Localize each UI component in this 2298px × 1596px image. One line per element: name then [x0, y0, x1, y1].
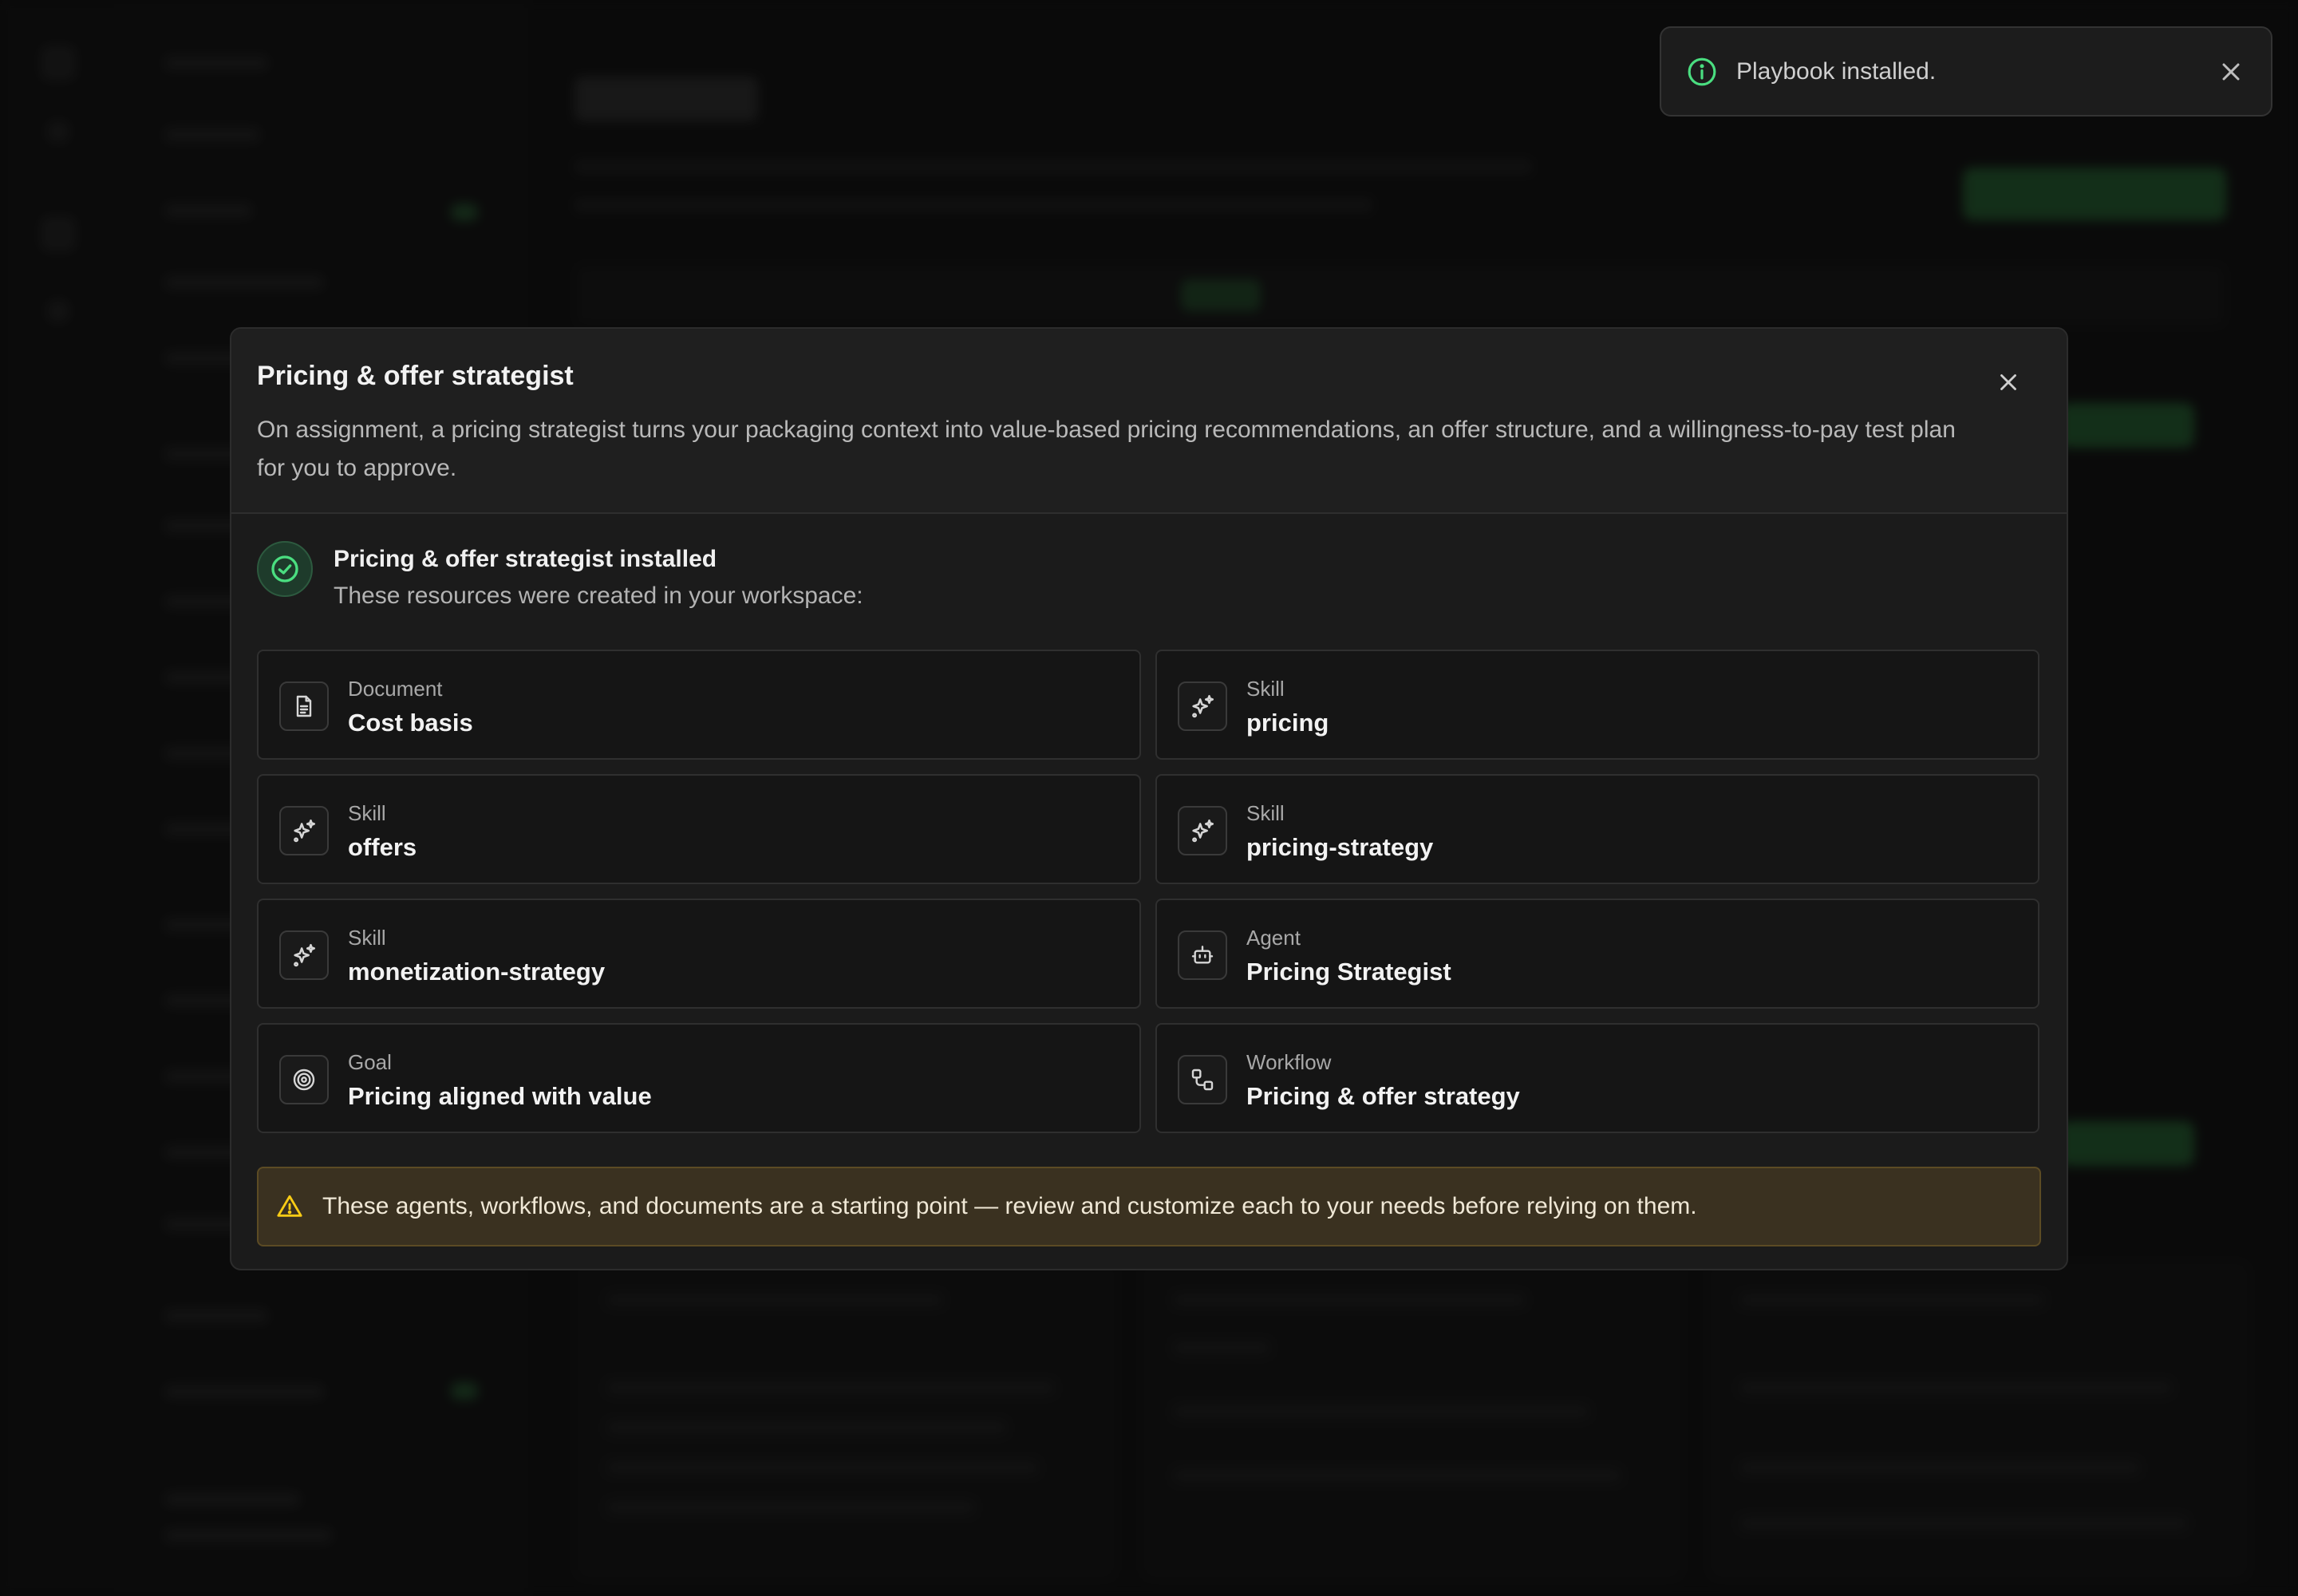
resource-name: pricing-strategy [1246, 833, 1434, 861]
resource-type: Goal [348, 1050, 392, 1074]
resource-card-document-cost-basis[interactable]: Document Cost basis [257, 650, 1141, 760]
dialog-body: Pricing & offer strategist installed The… [231, 514, 2067, 1246]
resource-name: Pricing aligned with value [348, 1082, 652, 1110]
warning-text: These agents, workflows, and documents a… [322, 1193, 1697, 1219]
resource-name: Pricing Strategist [1246, 958, 1451, 986]
sparkles-icon [1178, 681, 1227, 731]
info-icon [1688, 57, 1716, 85]
resource-type: Skill [348, 801, 386, 825]
resource-name: Cost basis [348, 709, 473, 737]
close-icon[interactable] [2217, 57, 2245, 86]
dialog-description: On assignment, a pricing strategist turn… [257, 417, 1956, 481]
resource-type: Skill [1246, 677, 1285, 701]
check-circle-icon [257, 541, 313, 597]
resource-name: offers [348, 833, 417, 861]
installed-title: Pricing & offer strategist installed [334, 546, 717, 572]
workflow-icon [1178, 1055, 1227, 1104]
target-icon [279, 1055, 329, 1104]
warning-callout: These agents, workflows, and documents a… [257, 1167, 2041, 1246]
resource-type: Document [348, 677, 443, 701]
resource-card-skill-pricing-strategy[interactable]: Skill pricing-strategy [1155, 774, 2039, 884]
close-icon[interactable] [1995, 369, 2022, 396]
resource-card-skill-offers[interactable]: Skill offers [257, 774, 1141, 884]
sparkles-icon [1178, 806, 1227, 855]
toast-notification: Playbook installed. [1660, 26, 2272, 117]
document-icon [279, 681, 329, 731]
resource-name: Pricing & offer strategy [1246, 1082, 1520, 1110]
robot-icon [1178, 930, 1227, 980]
installed-summary: Pricing & offer strategist installed The… [257, 514, 2041, 650]
installed-subtitle: These resources were created in your wor… [334, 583, 863, 609]
playbook-installed-dialog: Pricing & offer strategist On assignment… [230, 327, 2068, 1270]
toast-message: Playbook installed. [1736, 57, 1937, 85]
sparkles-icon [279, 806, 329, 855]
resource-type: Workflow [1246, 1050, 1332, 1074]
resource-card-workflow-pricing-offer-strategy[interactable]: Workflow Pricing & offer strategy [1155, 1023, 2039, 1133]
dialog-header: Pricing & offer strategist On assignment… [231, 329, 2067, 514]
dialog-title: Pricing & offer strategist [257, 361, 574, 391]
resource-type: Skill [1246, 801, 1285, 825]
warning-icon [277, 1195, 302, 1217]
resource-card-skill-monetization-strategy[interactable]: Skill monetization-strategy [257, 899, 1141, 1009]
resource-card-agent-pricing-strategist[interactable]: Agent Pricing Strategist [1155, 899, 2039, 1009]
resource-grid: Document Cost basis Skill pricing Skill … [257, 650, 2041, 1133]
resource-name: pricing [1246, 709, 1329, 737]
resource-card-skill-pricing[interactable]: Skill pricing [1155, 650, 2039, 760]
resource-type: Agent [1246, 926, 1301, 950]
resource-type: Skill [348, 926, 386, 950]
sparkles-icon [279, 930, 329, 980]
resource-name: monetization-strategy [348, 958, 606, 986]
resource-card-goal-pricing-aligned[interactable]: Goal Pricing aligned with value [257, 1023, 1141, 1133]
